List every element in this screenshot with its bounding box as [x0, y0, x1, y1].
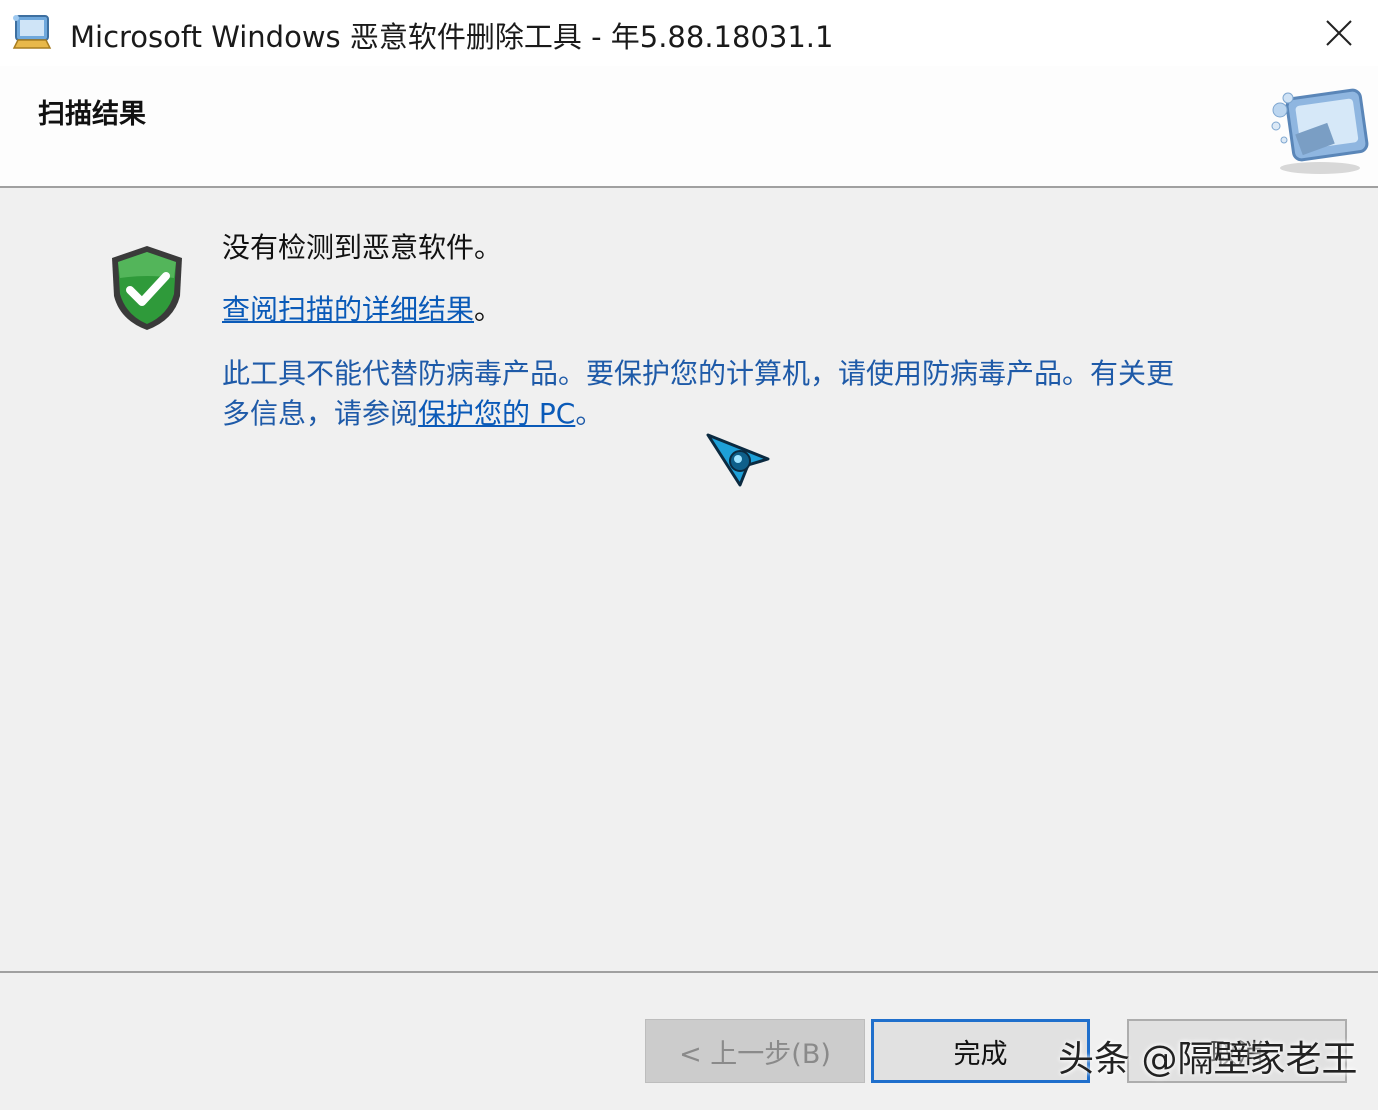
info-line-1: 此工具不能代替防病毒产品。要保护您的计算机，请使用防病毒产品。有关更: [222, 357, 1175, 390]
view-details-link[interactable]: 查阅扫描的详细结果: [222, 293, 474, 326]
close-icon: [1326, 20, 1352, 46]
page-title: 扫描结果: [38, 99, 146, 130]
results-panel: 没有检测到恶意软件。 查阅扫描的详细结果。 此工具不能代替防病毒产品。要保护您的…: [0, 188, 1378, 972]
protect-pc-link[interactable]: 保护您的 PC: [418, 397, 575, 430]
info-line-2: 多信息，请参阅保护您的 PC。: [222, 394, 1282, 434]
window-title: Microsoft Windows 恶意软件删除工具 - 年5.88.18031…: [70, 20, 834, 54]
title-bar: Microsoft Windows 恶意软件删除工具 - 年5.88.18031…: [0, 0, 1378, 66]
green-shield-check-icon: [108, 244, 186, 332]
app-icon: [10, 12, 54, 52]
scan-status-text: 没有检测到恶意软件。: [222, 231, 503, 264]
busy-pointer-icon: [704, 431, 774, 499]
back-button[interactable]: < 上一步(B): [645, 1019, 865, 1083]
antivirus-info-text: 此工具不能代替防病毒产品。要保护您的计算机，请使用防病毒产品。有关更 多信息，请…: [222, 354, 1282, 434]
close-button[interactable]: [1310, 8, 1368, 58]
details-suffix: 。: [474, 293, 503, 326]
cancel-button[interactable]: 取消: [1127, 1019, 1347, 1083]
details-line: 查阅扫描的详细结果。: [222, 288, 502, 328]
finish-button[interactable]: 完成: [871, 1019, 1090, 1083]
computer-logo-icon: [1268, 86, 1372, 176]
info-suffix: 。: [575, 397, 604, 430]
wizard-header: 扫描结果: [0, 66, 1378, 187]
info-prefix: 多信息，请参阅: [222, 397, 419, 430]
wizard-footer: < 上一步(B) 完成 取消: [0, 973, 1378, 1110]
